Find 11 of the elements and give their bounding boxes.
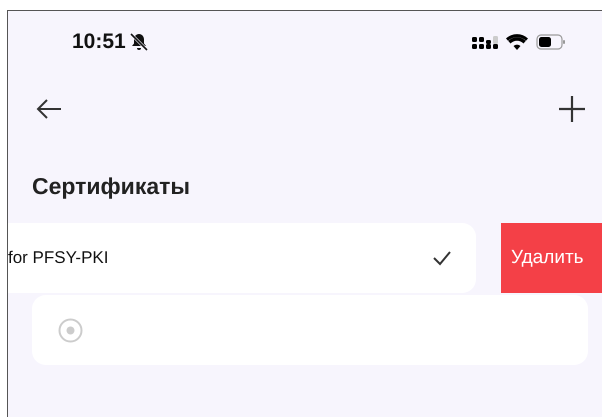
page-title: Сертификаты — [31, 172, 192, 201]
wifi-icon — [505, 33, 529, 51]
clock: 10:51 — [72, 30, 126, 54]
battery-icon — [536, 34, 566, 50]
signal-icon — [472, 34, 498, 50]
certificate-name: for PFSY-PKI — [8, 248, 110, 268]
add-icon[interactable] — [558, 95, 586, 123]
delete-button[interactable]: Удалить — [501, 223, 602, 293]
radio-icon[interactable] — [58, 318, 83, 342]
certificate-card[interactable]: for PFSY-PKI — [8, 223, 476, 293]
back-arrow-icon[interactable] — [36, 98, 62, 120]
